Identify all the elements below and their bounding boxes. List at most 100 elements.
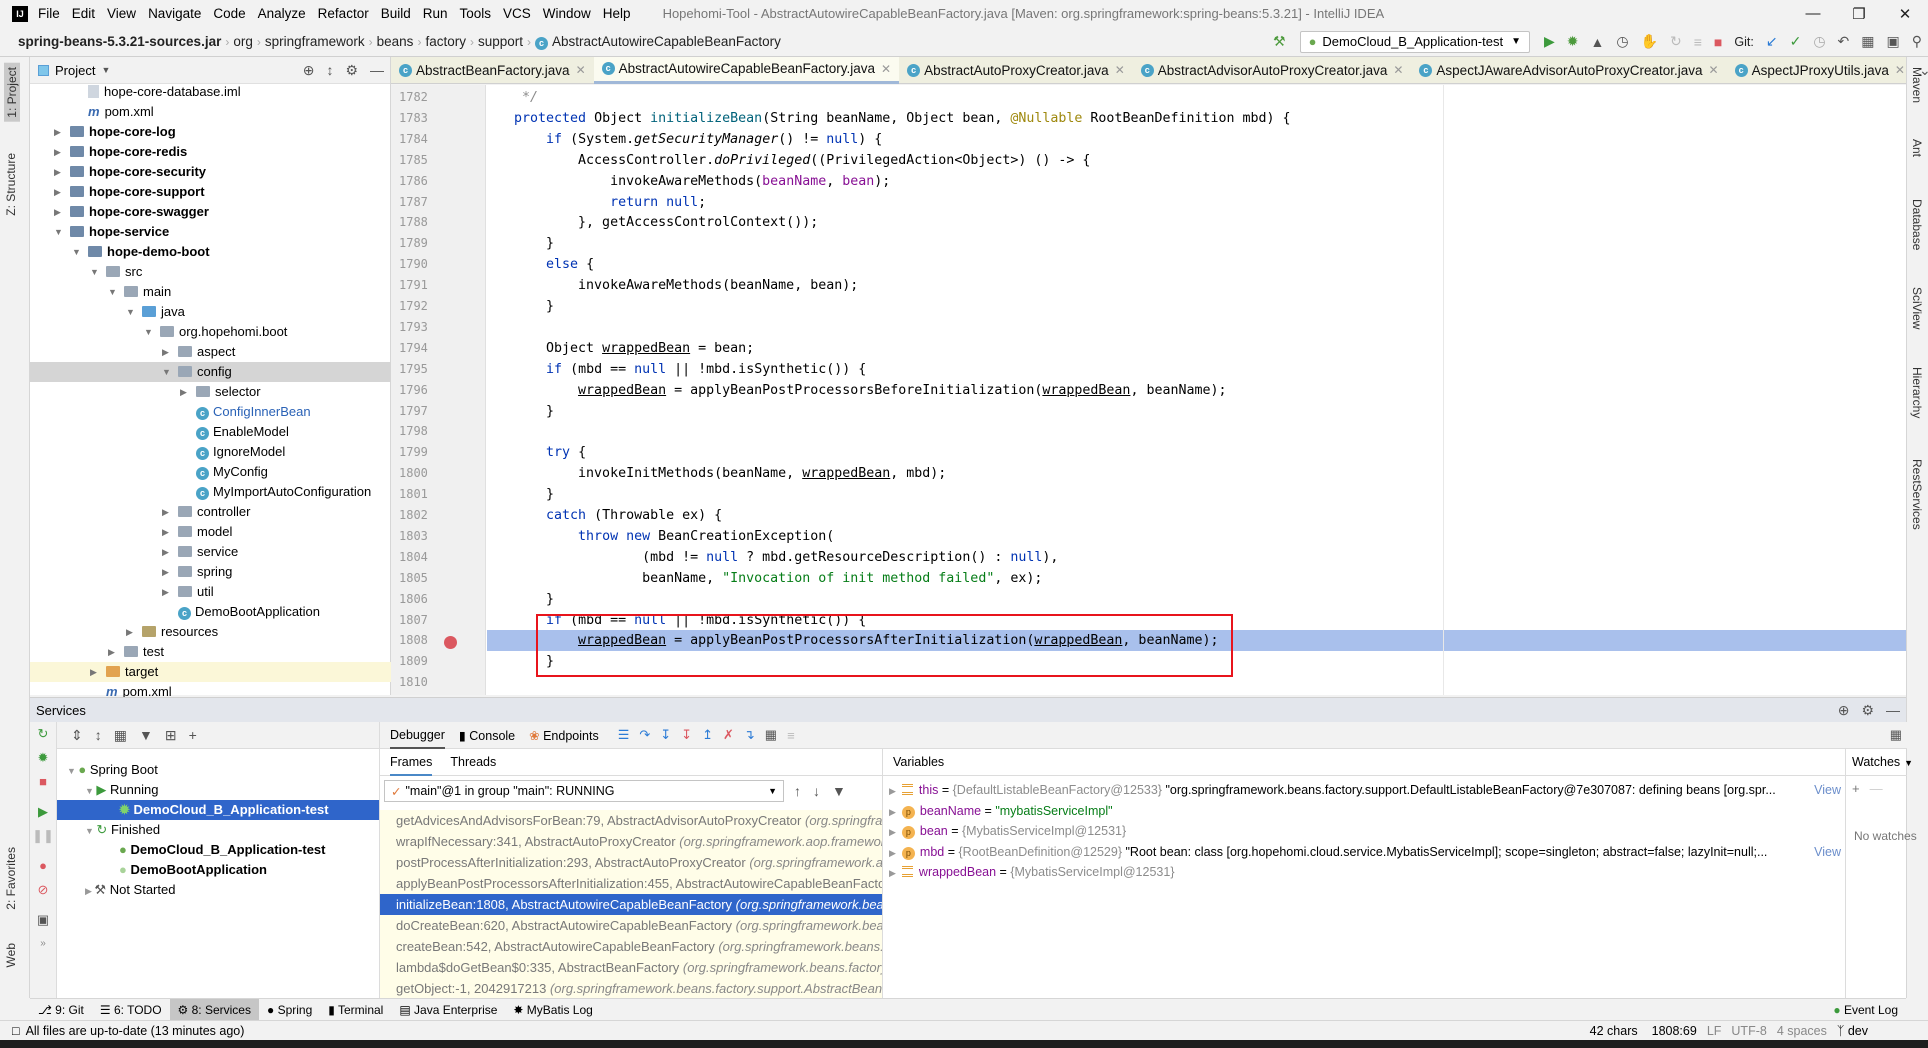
chevron-right-icon[interactable]: ▶ (54, 202, 64, 222)
tree-item[interactable]: ▼ java (30, 302, 391, 322)
thread-select[interactable]: ✓ "main"@1 in group "main": RUNNING ▼ (384, 780, 784, 802)
code-line[interactable]: catch (Throwable ex) { (487, 505, 1906, 526)
run-config-select[interactable]: ● DemoCloud_B_Application-test ▼ (1299, 30, 1530, 53)
group-icon[interactable]: ▦ (114, 727, 127, 744)
variable-row[interactable]: ▶ p beanName = "mybatisServiceImpl" (883, 801, 1845, 821)
tab-favorites-tool[interactable]: 2: Favorites (4, 847, 18, 910)
chevron-down-icon[interactable]: ▼ (72, 242, 82, 262)
tree-item[interactable]: ▼ src (30, 262, 391, 282)
force-step-into-icon[interactable]: ↧ (681, 727, 692, 743)
service-tree-item[interactable]: ▶ ⚒ Not Started (85, 880, 175, 900)
code-line[interactable]: wrappedBean = applyBeanPostProcessorsBef… (487, 380, 1906, 401)
git-branch[interactable]: ᛉ dev (1837, 1024, 1868, 1038)
close-tab-icon[interactable]: ✕ (1115, 63, 1125, 77)
indent-setting[interactable]: 4 spaces (1777, 1024, 1827, 1038)
service-tree-item[interactable]: ▼ ● Spring Boot (67, 760, 158, 780)
menu-item-vcs[interactable]: VCS (503, 6, 531, 21)
code-line[interactable]: AccessController.doPrivileged((Privilege… (487, 150, 1906, 171)
code-line[interactable]: } (487, 589, 1906, 610)
code-line[interactable]: protected Object initializeBean(String b… (487, 108, 1906, 129)
attach-icon[interactable]: ✋ (1641, 33, 1658, 50)
tree-item[interactable]: ▶ controller (30, 502, 391, 522)
code-line[interactable]: beanName, "Invocation of init method fai… (487, 568, 1906, 589)
view-breakpoints-icon[interactable]: ● (30, 854, 56, 878)
code-line[interactable] (487, 317, 1906, 338)
breakpoint-icon[interactable] (444, 636, 457, 649)
step-over-icon[interactable]: ↷ (639, 727, 650, 743)
tree-item[interactable]: c DemoBootApplication (30, 602, 391, 622)
new-tab-icon[interactable]: ⊞ (165, 727, 177, 744)
chevron-down-icon[interactable]: ▼ (101, 65, 110, 75)
expand-arrow-icon[interactable]: ▶ (889, 827, 896, 837)
code-line[interactable]: } (487, 233, 1906, 254)
rollback-icon[interactable]: ↶ (1838, 33, 1850, 50)
chevron-right-icon[interactable]: ▶ (54, 182, 64, 202)
tree-item[interactable]: ▶ test (30, 642, 391, 662)
service-tree-item[interactable]: ● DemoBootApplication (103, 860, 267, 880)
code-line[interactable]: if (System.getSecurityManager() != null)… (487, 129, 1906, 150)
tree-item[interactable]: c EnableModel (30, 422, 391, 442)
tool-window-button[interactable]: ⚙ 8: Services (169, 998, 259, 1021)
code-line[interactable]: invokeAwareMethods(beanName, bean); (487, 171, 1906, 192)
run-icon[interactable]: ▶ (1544, 33, 1555, 50)
code-line[interactable]: invokeInitMethods(beanName, wrappedBean,… (487, 463, 1906, 484)
tree-item[interactable]: c IgnoreModel (30, 442, 391, 462)
chevron-down-icon[interactable]: ▼ (54, 222, 64, 242)
update-icon[interactable]: ↻ (1670, 33, 1682, 50)
show-execution-point-icon[interactable]: ☰ (618, 727, 630, 743)
variable-row[interactable]: ▶ this = {DefaultListableBeanFactory@1253… (883, 780, 1845, 800)
globe-icon[interactable]: ⊕ (1838, 702, 1850, 719)
tree-item[interactable]: ▼ hope-demo-boot (30, 242, 391, 262)
debug-icon[interactable]: ✹ (30, 746, 56, 770)
minimize-button[interactable]: — (1790, 5, 1836, 22)
collapse-all-icon[interactable]: ↕ (95, 727, 102, 743)
breadcrumb-item[interactable]: springframework (261, 34, 369, 49)
close-tab-icon[interactable]: ✕ (576, 63, 586, 77)
status-icon[interactable]: □ (12, 1024, 20, 1038)
editor-tab[interactable]: c AbstractBeanFactory.java ✕ (391, 57, 594, 84)
project-structure-icon[interactable]: ▦ (1861, 33, 1874, 50)
variable-row[interactable]: ▶ wrappedBean = {MybatisServiceImpl@12531… (883, 862, 1845, 882)
close-button[interactable]: ✕ (1882, 5, 1928, 23)
drop-frame-icon[interactable]: ✗ (723, 727, 734, 743)
add-icon[interactable]: + (189, 727, 197, 743)
tree-item[interactable]: ▶ hope-core-log (30, 122, 391, 142)
tab-hierarchy-tool[interactable]: Hierarchy (1910, 367, 1924, 418)
tab-frames[interactable]: Frames (390, 749, 433, 776)
tree-item[interactable]: ▶ target (30, 662, 391, 682)
run-to-cursor-icon[interactable]: ↴ (744, 727, 755, 743)
chevron-right-icon[interactable]: ▶ (162, 522, 172, 542)
tab-sciview-tool[interactable]: SciView (1910, 287, 1924, 329)
stop-icon[interactable]: ■ (1714, 34, 1722, 50)
editor-tab[interactable]: c AbstractAutoProxyCreator.java ✕ (899, 57, 1133, 84)
expand-arrow-icon[interactable]: ▶ (889, 807, 896, 817)
breadcrumb-item[interactable]: c AbstractAutowireCapableBeanFactory (531, 34, 785, 50)
tab-threads[interactable]: Threads (450, 749, 496, 776)
history-icon[interactable]: ◷ (1813, 33, 1825, 50)
chevron-right-icon[interactable]: ▶ (162, 502, 172, 522)
frame-down-icon[interactable]: ↓ (813, 783, 820, 799)
chevron-right-icon[interactable]: ▶ (162, 342, 172, 362)
chevron-icon[interactable]: ▼ (85, 826, 96, 836)
tree-item[interactable]: ▼ org.hopehomi.boot (30, 322, 391, 342)
tree-item[interactable]: ▶ hope-core-redis (30, 142, 391, 162)
tree-item[interactable]: ▶ hope-core-security (30, 162, 391, 182)
service-tree-item[interactable]: ▼ ▶ Running (85, 780, 158, 800)
breadcrumb-item[interactable]: beans (373, 34, 418, 49)
menu-item-file[interactable]: File (38, 6, 60, 21)
profile-icon[interactable]: ◷ (1616, 33, 1628, 50)
collapse-all-icon[interactable]: ↕ (326, 62, 333, 78)
expand-arrow-icon[interactable]: ▶ (889, 868, 896, 878)
stack-frame[interactable]: postProcessAfterInitialization:293, Abst… (380, 852, 882, 873)
close-tab-icon[interactable]: ✕ (1895, 63, 1905, 77)
tree-item[interactable]: ▶ spring (30, 562, 391, 582)
chevron-icon[interactable]: ▶ (85, 886, 94, 896)
code-line[interactable] (487, 421, 1906, 442)
menu-item-help[interactable]: Help (603, 6, 631, 21)
close-tab-icon[interactable]: ✕ (881, 62, 891, 76)
more-icon[interactable]: » (30, 932, 56, 956)
mute-breakpoints-icon[interactable]: ⊘ (30, 878, 56, 902)
stack-frame[interactable]: applyBeanPostProcessorsAfterInitializati… (380, 873, 882, 894)
add-watch-icon[interactable]: + (1852, 781, 1860, 796)
chevron-right-icon[interactable]: ▶ (108, 642, 118, 662)
